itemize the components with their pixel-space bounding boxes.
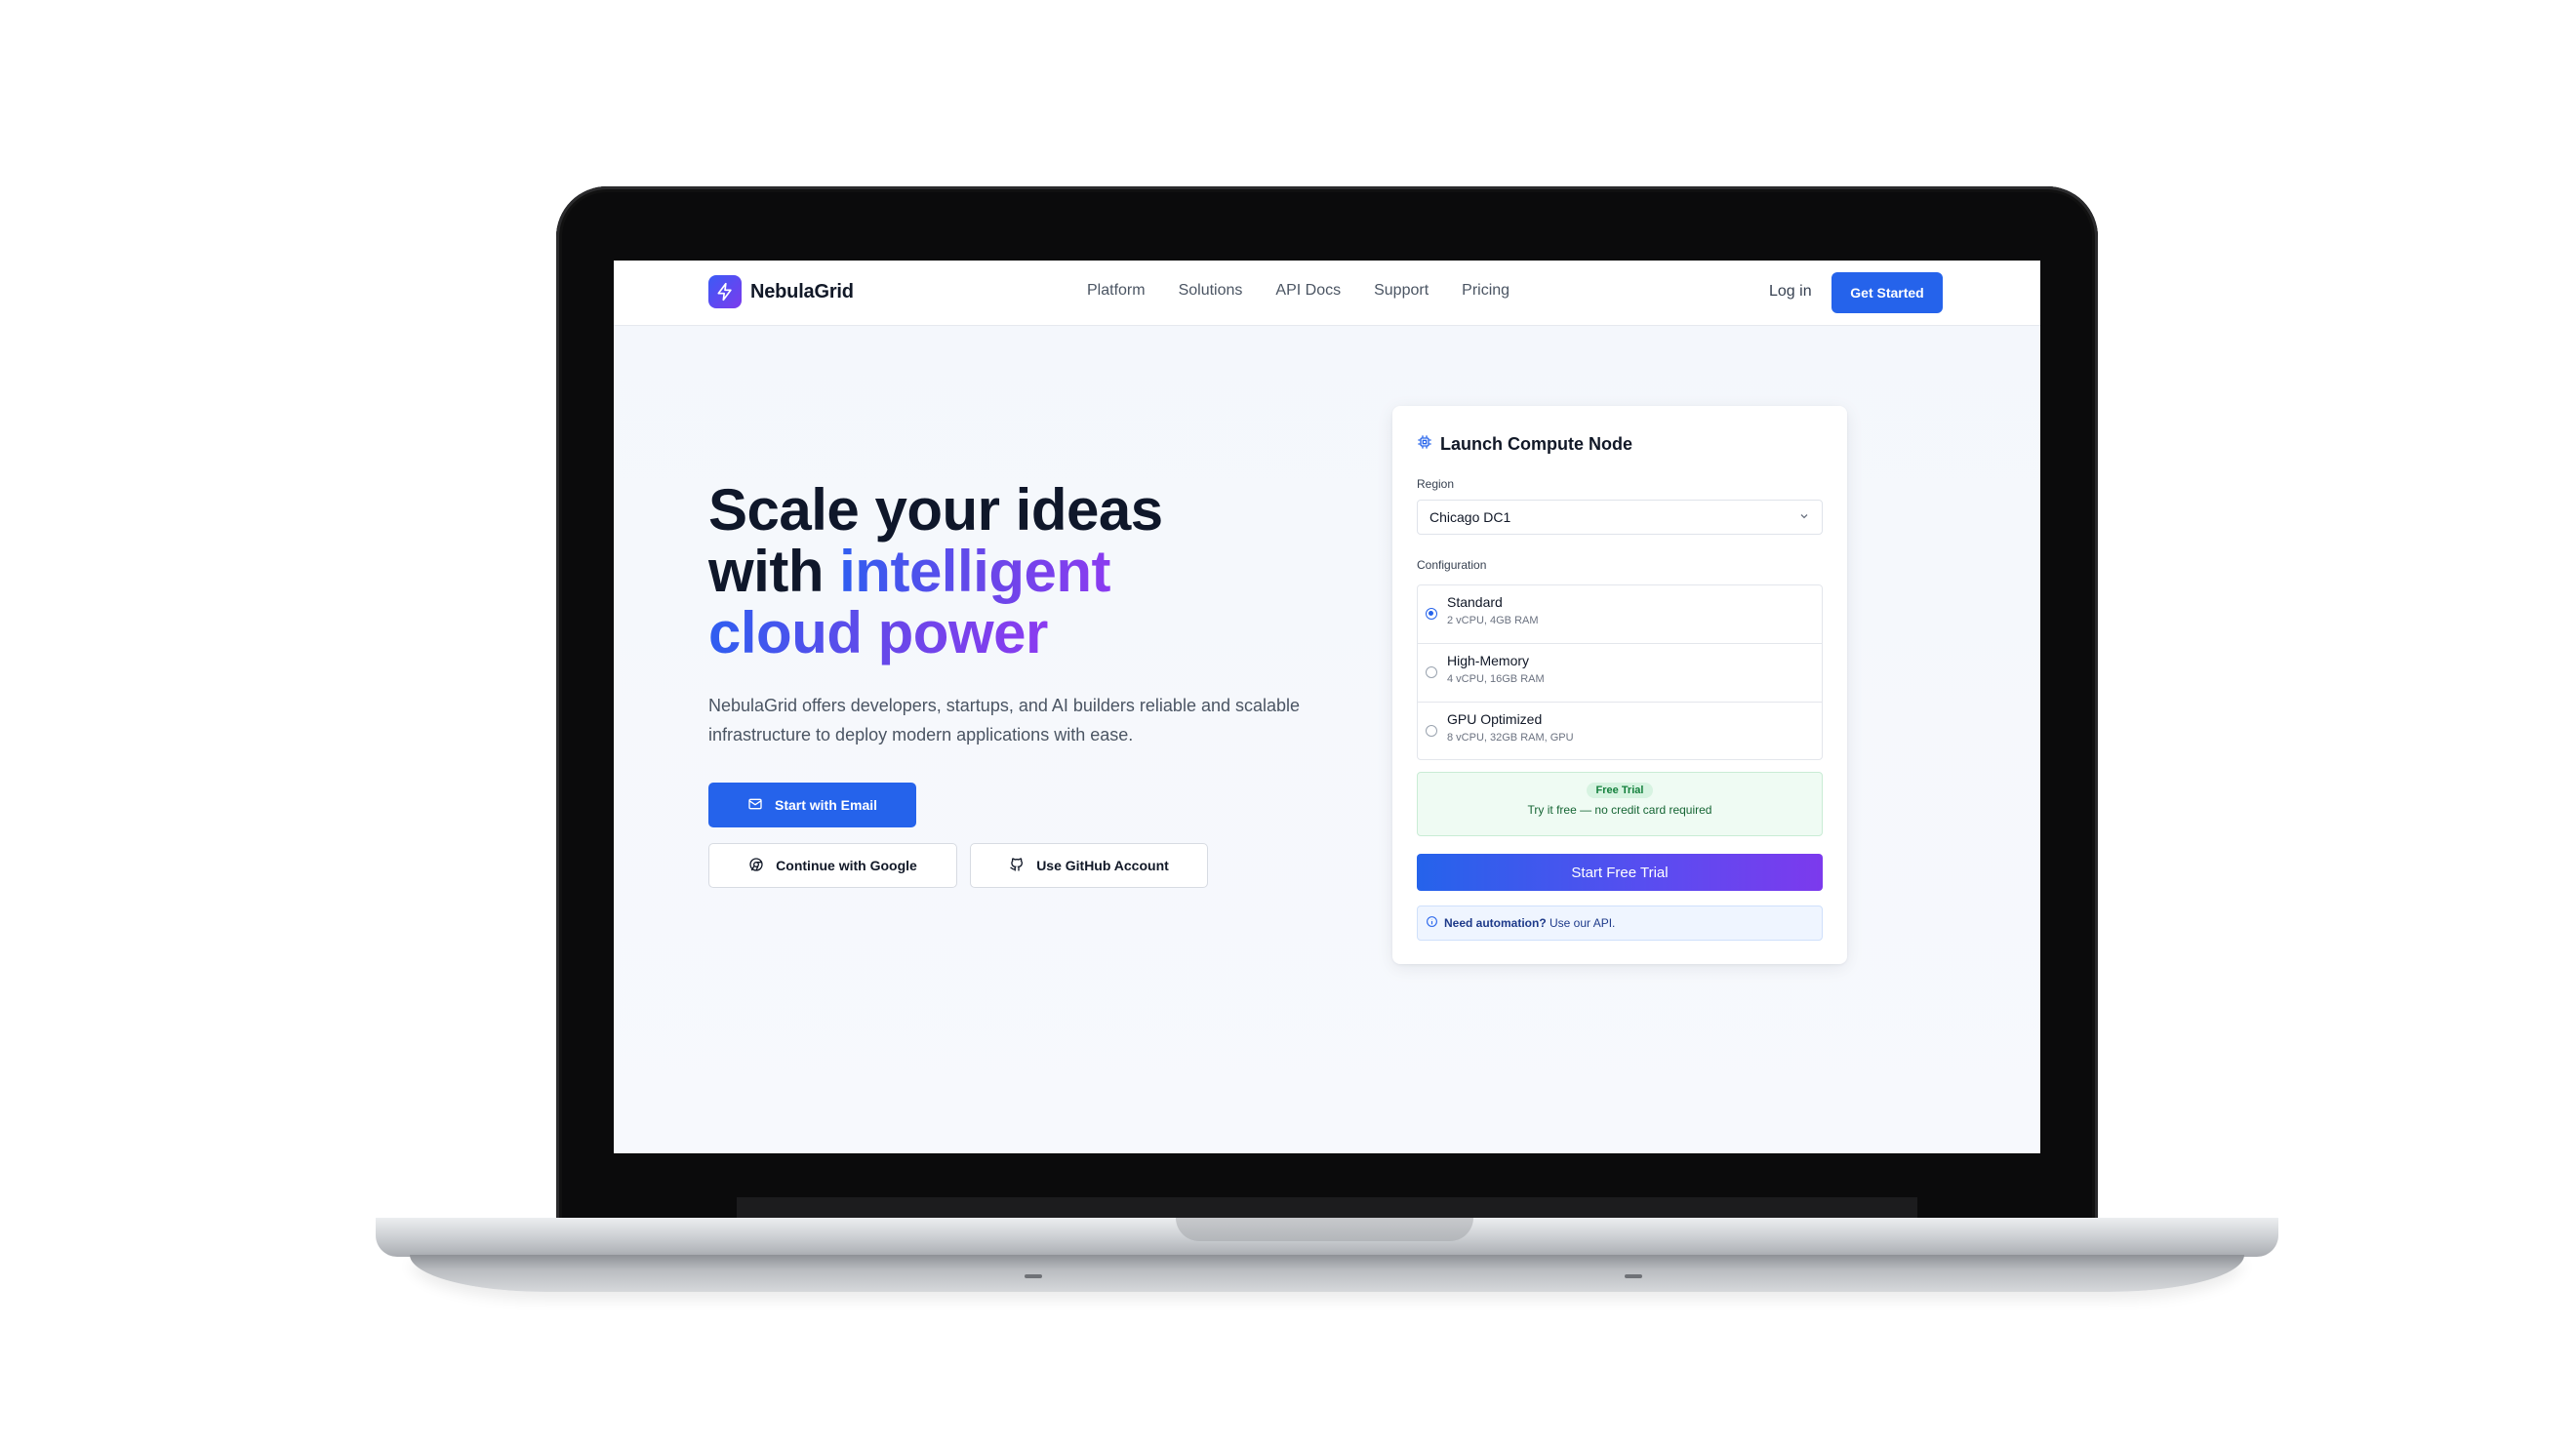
laptop-foot [1625,1274,1642,1278]
start-free-trial-button[interactable]: Start Free Trial [1417,854,1823,891]
laptop-base-underside [410,1255,2244,1292]
cpu-icon [1417,434,1432,455]
option-spec: 2 vCPU, 4GB RAM [1447,615,1539,626]
nav-link-platform[interactable]: Platform [1087,282,1146,300]
nav-link-api-docs[interactable]: API Docs [1275,282,1341,300]
api-note[interactable]: Need automation? Use our API. [1417,906,1823,941]
option-name: Standard [1447,594,1503,610]
configuration-label: Configuration [1417,558,1487,572]
hero-description: NebulaGrid offers developers, startups, … [708,696,1301,745]
region-select[interactable]: Chicago DC1 [1417,500,1823,535]
hero-headline: Scale your ideas with intelligent cloud … [708,479,1294,664]
mail-icon [747,796,763,815]
use-github-label: Use GitHub Account [1036,858,1169,873]
screen: NebulaGrid Platform Solutions API Docs S… [614,261,2040,1153]
option-spec: 4 vCPU, 16GB RAM [1447,673,1545,685]
configuration-options: Standard 2 vCPU, 4GB RAM High-Memory 4 v… [1417,584,1823,760]
api-note-bold: Need automation? [1444,916,1547,930]
brand-logo[interactable]: NebulaGrid [708,275,854,308]
continue-with-google-label: Continue with Google [776,858,917,873]
start-with-email-label: Start with Email [774,797,878,813]
continue-with-google-button[interactable]: Continue with Google [708,843,957,888]
nav-link-support[interactable]: Support [1374,282,1429,300]
chevron-down-icon [1798,509,1810,525]
headline-line-1: Scale your ideas [708,477,1163,543]
region-value: Chicago DC1 [1429,509,1511,525]
get-started-button[interactable]: Get Started [1831,272,1943,313]
start-with-email-button[interactable]: Start with Email [708,783,916,827]
option-name: GPU Optimized [1447,711,1543,727]
radio-selected[interactable] [1426,608,1437,620]
laptop-hinge [737,1197,1917,1219]
headline-accent-1: intelligent [839,539,1110,604]
option-spec: 8 vCPU, 32GB RAM, GPU [1447,732,1574,744]
info-icon [1426,915,1438,931]
nav-link-solutions[interactable]: Solutions [1179,282,1243,300]
free-trial-text: Try it free — no credit card required [1527,803,1712,817]
option-name: High-Memory [1447,653,1530,668]
free-trial-badge: Free Trial [1586,783,1654,798]
radio-unselected[interactable] [1426,725,1437,737]
nav-links: Platform Solutions API Docs Support Pric… [1087,282,1509,300]
headline-line-2-plain: with [708,539,840,604]
login-link[interactable]: Log in [1769,283,1812,301]
headline-accent-2: cloud power [708,600,1048,665]
radio-unselected[interactable] [1426,666,1437,678]
api-note-link: Use our API. [1546,916,1616,930]
use-github-button[interactable]: Use GitHub Account [970,843,1208,888]
config-option-gpu-optimized[interactable]: GPU Optimized 8 vCPU, 32GB RAM, GPU [1418,703,1822,761]
nav-link-pricing[interactable]: Pricing [1462,282,1509,300]
card-title-text: Launch Compute Node [1440,434,1632,454]
laptop-foot [1025,1274,1042,1278]
chrome-icon [748,857,764,875]
lightning-icon [708,275,742,308]
brand-name: NebulaGrid [750,280,854,302]
card-title: Launch Compute Node [1417,434,1632,455]
config-option-standard[interactable]: Standard 2 vCPU, 4GB RAM [1418,585,1822,644]
region-label: Region [1417,477,1455,491]
launch-compute-card: Launch Compute Node Region Chicago DC1 C… [1392,406,1847,964]
config-option-high-memory[interactable]: High-Memory 4 vCPU, 16GB RAM [1418,644,1822,703]
top-navbar: NebulaGrid Platform Solutions API Docs S… [614,261,2040,326]
github-icon [1009,857,1025,875]
laptop-notch [1176,1218,1473,1241]
free-trial-banner: Free Trial Try it free — no credit card … [1417,772,1823,836]
